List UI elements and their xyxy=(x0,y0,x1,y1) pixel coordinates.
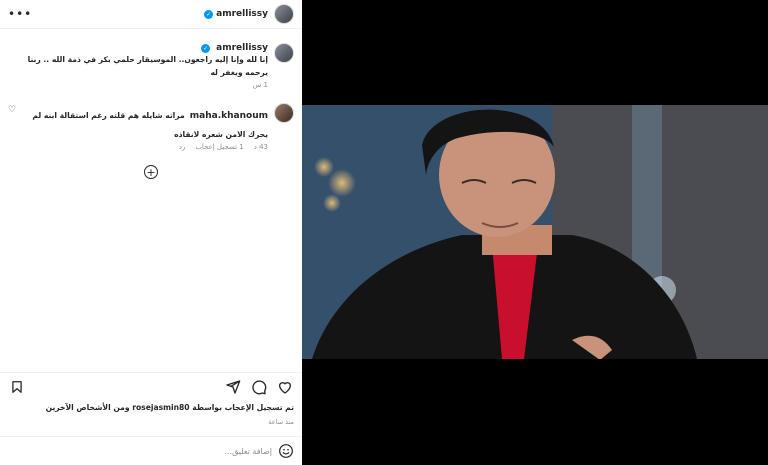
caption-avatar[interactable] xyxy=(274,43,294,63)
comment: maha.khanoum مراته شايله هم قلته رغم است… xyxy=(8,103,294,151)
caption-time: 1 س xyxy=(252,81,268,89)
comments-panel: amrellissy ✓ ••• amrellissy ✓ إنا لله وإ… xyxy=(0,0,302,465)
portrait-illustration xyxy=(302,105,768,359)
caption-text: إنا لله وإنا إليه راجعون.. الموسيقار حلم… xyxy=(27,55,268,77)
share-icon[interactable] xyxy=(224,378,242,396)
post-header: amrellissy ✓ ••• xyxy=(0,0,302,29)
likes-summary[interactable]: تم تسجيل الإعجاب بواسطة rosejasmin80 ومن… xyxy=(46,403,294,412)
comment-likes[interactable]: 1 تسجيل إعجاب xyxy=(195,143,243,151)
comment-time: 43 د xyxy=(253,143,268,151)
add-comment-bar xyxy=(0,436,302,465)
like-heart-icon[interactable] xyxy=(276,378,294,396)
comment-icon[interactable] xyxy=(250,378,268,396)
comment-input[interactable] xyxy=(8,446,272,456)
caption: amrellissy ✓ إنا لله وإنا إليه راجعون.. … xyxy=(8,43,294,89)
commenter-username[interactable]: maha.khanoum xyxy=(190,111,268,121)
reply-button[interactable]: رد xyxy=(179,143,186,151)
verified-icon: ✓ xyxy=(204,9,214,19)
load-more-comments-icon[interactable]: + xyxy=(144,165,158,179)
comment-like-heart-icon[interactable]: ♡ xyxy=(8,105,16,115)
header-username[interactable]: amrellissy xyxy=(216,9,268,19)
post-time: منذ ساعة xyxy=(268,418,294,426)
post-actions xyxy=(0,372,302,400)
emoji-icon[interactable] xyxy=(278,443,294,459)
caption-username[interactable]: amrellissy xyxy=(216,43,268,53)
author-avatar[interactable] xyxy=(274,4,294,24)
verified-icon: ✓ xyxy=(201,43,211,53)
save-bookmark-icon[interactable] xyxy=(8,378,26,396)
post-photo[interactable] xyxy=(302,105,768,359)
more-horizontal-icon[interactable]: ••• xyxy=(8,7,32,21)
commenter-avatar[interactable] xyxy=(274,103,294,123)
comments-list: amrellissy ✓ إنا لله وإنا إليه راجعون.. … xyxy=(0,29,302,179)
media-area xyxy=(302,0,768,465)
